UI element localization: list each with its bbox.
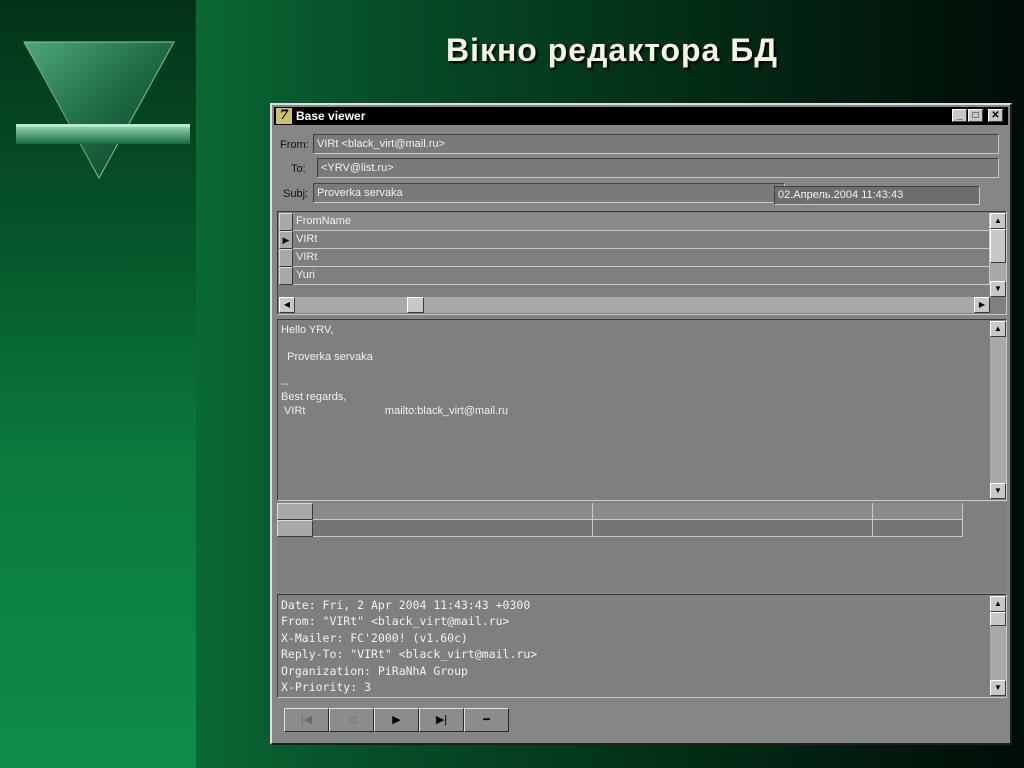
table-row[interactable]: Yuri — [293, 267, 990, 285]
scroll-up-icon[interactable]: ▲ — [990, 321, 1006, 337]
scroll-up-icon[interactable]: ▲ — [990, 213, 1006, 229]
messages-grid: FromName ▶ VIRt VIRt Yuri ▲ ▼ ◀ ▶ — [277, 211, 1007, 315]
body-line: Proverka servaka — [281, 351, 373, 363]
nav-next-button[interactable]: ▶ — [374, 708, 419, 732]
grid-horizontal-scrollbar[interactable]: ◀ ▶ — [279, 297, 990, 313]
nav-last-button[interactable]: ▶| — [419, 708, 464, 732]
to-label: To: — [291, 163, 306, 175]
grid-vertical-scrollbar[interactable]: ▲ ▼ — [990, 213, 1006, 297]
table-row[interactable]: VIRt — [293, 231, 990, 249]
body-line: VIRt mailto:black_virt@mail.ru — [281, 405, 508, 417]
current-row-indicator: ▶ — [279, 231, 293, 249]
header-line: X-Mailer: FC'2000! (v1.60c) — [281, 631, 468, 645]
from-label: From: — [280, 139, 309, 151]
subj-label: Subj: — [283, 188, 309, 200]
subj-field[interactable]: Proverka servaka — [313, 183, 785, 203]
close-button[interactable]: ✕ — [988, 109, 1003, 122]
scroll-up-icon[interactable]: ▲ — [990, 596, 1006, 612]
attachment-cell[interactable] — [873, 520, 963, 537]
nav-prior-button[interactable]: ◁ — [329, 708, 374, 732]
header-line: Organization: PiRaNhA Group — [281, 664, 468, 678]
maximize-button[interactable]: □ — [968, 109, 983, 122]
scroll-thumb[interactable] — [990, 229, 1006, 263]
row-indicator — [279, 267, 293, 285]
grid-header-indicator — [279, 213, 293, 231]
slide-title: Вікно редактора БД — [445, 32, 779, 68]
app-icon: 7 — [276, 108, 292, 124]
header-line: X-Priority: 3 — [281, 680, 372, 694]
attachment-cell[interactable] — [593, 520, 873, 537]
body-line: Hello YRV, — [281, 324, 334, 336]
attachments-header-col2[interactable] — [593, 503, 873, 520]
window-title: Base viewer — [296, 109, 366, 123]
header-line: From: "VIRt" <black_virt@mail.ru> — [281, 614, 510, 628]
scroll-thumb[interactable] — [990, 612, 1006, 626]
hscroll-thumb[interactable] — [407, 297, 424, 313]
date-field[interactable]: 02.Апрель.2004 11:43:43 — [774, 186, 980, 205]
body-line: -- — [281, 378, 289, 390]
scroll-right-icon[interactable]: ▶ — [974, 297, 990, 313]
nav-first-button[interactable]: |◀ — [284, 708, 329, 732]
minimize-button[interactable]: _ — [952, 109, 967, 122]
from-field[interactable]: VIRt <black_virt@mail.ru> — [313, 134, 999, 154]
attachments-header-col1[interactable] — [313, 503, 593, 520]
attachments-header-col3[interactable] — [873, 503, 963, 520]
grid-column-header-fromname[interactable]: FromName — [293, 213, 990, 231]
attachments-row-indicator — [277, 520, 313, 537]
row-indicator — [279, 249, 293, 267]
nav-delete-button[interactable]: ━ — [464, 708, 509, 732]
table-row[interactable]: VIRt — [293, 249, 990, 267]
header-line: Date: Fri, 2 Apr 2004 11:43:43 +0300 — [281, 598, 531, 612]
base-viewer-window: 7 Base viewer _ □ ✕ From: VIRt <black_vi… — [270, 103, 1012, 745]
scroll-down-icon[interactable]: ▼ — [990, 483, 1006, 499]
headers-vertical-scrollbar[interactable]: ▲ ▼ — [990, 596, 1006, 696]
scroll-down-icon[interactable]: ▼ — [990, 281, 1006, 297]
db-navigator: |◀ ◁ ▶ ▶| ━ — [277, 700, 1007, 741]
raw-headers-memo[interactable]: Date: Fri, 2 Apr 2004 11:43:43 +0300 Fro… — [277, 594, 1007, 698]
window-titlebar[interactable]: 7 Base viewer _ □ ✕ — [274, 107, 1008, 125]
message-body-memo[interactable]: Hello YRV, Proverka servaka -- Best rega… — [277, 319, 1007, 501]
body-vertical-scrollbar[interactable]: ▲ ▼ — [990, 321, 1006, 499]
attachments-grid — [277, 502, 1007, 592]
header-line: Reply-To: "VIRt" <black_virt@mail.ru> — [281, 647, 538, 661]
attachment-cell[interactable] — [313, 520, 593, 537]
body-line: Best regards, — [281, 391, 347, 403]
scroll-down-icon[interactable]: ▼ — [990, 680, 1006, 696]
scroll-left-icon[interactable]: ◀ — [279, 297, 295, 313]
attachments-header-indicator — [277, 503, 313, 520]
to-field[interactable]: <YRV@list.ru> — [317, 158, 999, 178]
